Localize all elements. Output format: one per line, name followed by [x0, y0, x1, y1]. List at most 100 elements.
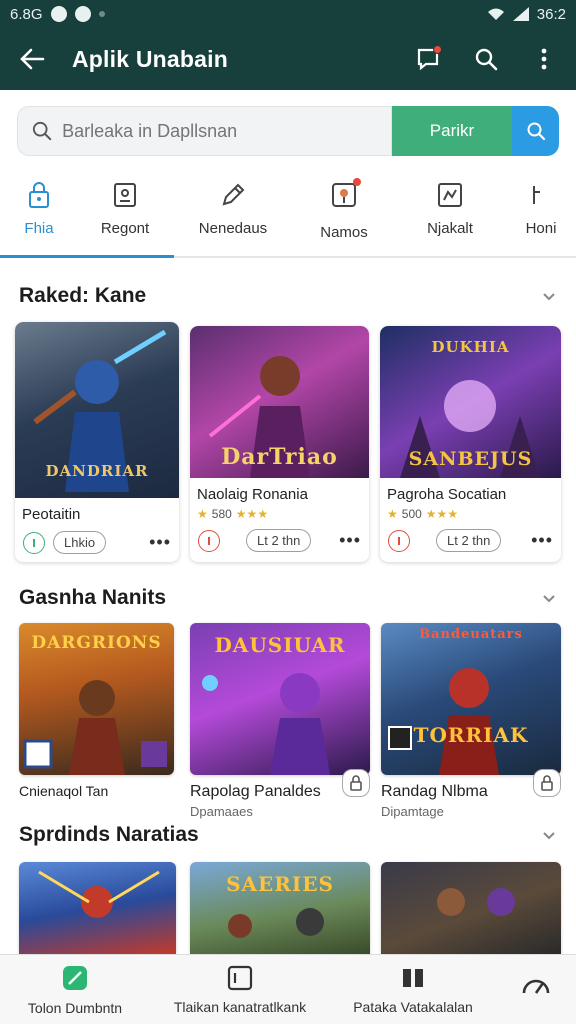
install-button[interactable]: Lt 2 thn: [436, 529, 502, 552]
game-art: Bandeuatars TORRIAK: [381, 623, 561, 775]
search-submit-button[interactable]: Parikr: [392, 106, 512, 156]
game-art: DANDRIAR: [15, 322, 179, 498]
section-title: Sprdinds Naratias: [19, 823, 199, 846]
leaf-icon: [63, 965, 87, 990]
game-logo-top: Bandeuatars: [419, 627, 523, 642]
nav-item-home[interactable]: Tolon Dumbntn: [0, 955, 150, 1024]
game-logo-text: SAERIES: [226, 872, 334, 896]
game-logo-text: SANBEJUS: [408, 448, 533, 470]
game-logo-top: DUKHIA: [431, 338, 510, 356]
game-card[interactable]: DarTriao Naolaig Ronania ★ 580 ★★★ Lt 2 …: [190, 326, 369, 562]
section-title: Gasnha Nanits: [19, 586, 167, 609]
nav-label: Tolon Dumbntn: [27, 999, 123, 1016]
game-card[interactable]: DANDRIAR Peotaitin Lhkio •••: [15, 322, 179, 562]
search-bar: Parikr: [17, 106, 559, 156]
grid-icon: [403, 968, 423, 987]
puzzle-icon: [438, 183, 462, 207]
game-tile[interactable]: [381, 862, 561, 954]
nav-item-library[interactable]: Tlaikan kanatratlkank: [150, 955, 330, 1024]
search-icon[interactable]: [472, 45, 500, 73]
game-name: Pagroha Socatian: [387, 486, 507, 503]
game-art: DARGRIONS: [19, 623, 174, 775]
nav-label: Pataka Vatakalalan: [353, 998, 473, 1015]
search-icon: [527, 122, 545, 141]
game-name: Naolaig Ronania: [197, 486, 308, 503]
search-field: [17, 106, 392, 156]
battery-text: 36:2: [536, 5, 566, 23]
game-tile[interactable]: DARGRIONS Cnienaqol Tan: [19, 623, 174, 803]
game-tile[interactable]: Bandeuatars TORRIAK Randag Nlbma Dipamta…: [381, 623, 561, 819]
warrior-art: [38, 870, 160, 918]
tab-badge: [353, 178, 361, 186]
game-tile[interactable]: [19, 862, 176, 954]
stars-icon: ★★★: [235, 507, 269, 521]
signal-icon: [512, 7, 529, 21]
bottom-navigation: Tolon Dumbntn Tlaikan kanatratlkank Pata…: [0, 954, 576, 1024]
more-options-icon[interactable]: •••: [531, 530, 553, 551]
chevron-down-icon[interactable]: [542, 290, 556, 304]
section-title: Raked: Kane: [19, 284, 147, 307]
install-button[interactable]: Lhkio: [53, 531, 107, 554]
game-logo-text: DarTriao: [221, 444, 338, 470]
game-subtitle: Dipamtage: [381, 804, 444, 819]
tab-label: Regont: [100, 220, 150, 237]
notification-icon: [50, 6, 67, 22]
tab-fhia[interactable]: Fhia: [0, 172, 174, 258]
lock-icon: [29, 182, 49, 208]
info-icon[interactable]: [198, 529, 220, 552]
rating-value: 500: [401, 507, 422, 521]
app-notification-icon: [74, 6, 91, 22]
tab-label: Namos: [320, 224, 368, 241]
more-vert-icon[interactable]: [530, 45, 558, 73]
game-logo-text: DARGRIONS: [31, 633, 162, 653]
more-options-icon[interactable]: •••: [149, 532, 171, 553]
notification-badge: [433, 45, 442, 54]
search-input[interactable]: [62, 120, 377, 142]
info-icon[interactable]: [388, 529, 410, 552]
tab-label: Njakalt: [427, 220, 473, 237]
rating: ★ 580 ★★★: [190, 503, 369, 521]
tab-regont[interactable]: Regont: [78, 172, 172, 256]
star-icon: ★: [197, 507, 208, 521]
category-tabs: Fhia Regont Nenedaus Namos Njakalt Honi: [0, 172, 576, 258]
search-icon: [32, 121, 52, 141]
rating: ★ 500 ★★★: [380, 503, 561, 521]
back-arrow-icon[interactable]: [18, 45, 46, 73]
game-logo-text: DAUSIUAR: [214, 633, 346, 657]
game-name: Peotaitin: [22, 506, 81, 523]
status-bar: 6.8G 36:2: [0, 0, 576, 28]
chevron-down-icon[interactable]: [542, 829, 556, 843]
game-art: DUKHIA SANBEJUS: [380, 326, 561, 478]
nav-item-store[interactable]: Pataka Vatakalalan: [330, 955, 496, 1024]
dot-indicator-icon: [98, 11, 105, 17]
game-tile[interactable]: SAERIES: [190, 862, 370, 954]
messages-icon[interactable]: [414, 45, 442, 73]
game-tile[interactable]: DAUSIUAR Rapolag Panaldes Dpamaaes: [190, 623, 370, 819]
game-art: [381, 862, 561, 954]
tab-honi[interactable]: Honi: [506, 172, 576, 256]
more-options-icon[interactable]: •••: [339, 530, 361, 551]
game-card[interactable]: DUKHIA SANBEJUS Pagroha Socatian ★ 500 ★…: [380, 326, 561, 562]
tab-njakalt[interactable]: Njakalt: [394, 172, 506, 256]
nav-item-speed[interactable]: [496, 955, 576, 1024]
tab-label: Nenedaus: [198, 220, 268, 237]
game-art: SAERIES: [190, 862, 370, 954]
chevron-down-icon[interactable]: [542, 592, 556, 606]
tab-namos[interactable]: Namos: [294, 172, 394, 256]
square-icon: [227, 965, 253, 990]
lock-icon[interactable]: [342, 769, 370, 797]
game-subtitle: Dpamaaes: [190, 804, 253, 819]
nav-label: Tlaikan kanatratlkank: [173, 998, 307, 1015]
pencil-icon: [222, 183, 245, 206]
stars-icon: ★★★: [425, 507, 459, 521]
search-go-button[interactable]: [512, 106, 559, 156]
install-button[interactable]: Lt 2 thn: [246, 529, 312, 552]
info-icon[interactable]: [23, 531, 45, 554]
game-logo-text: DANDRIAR: [45, 462, 149, 480]
lock-icon[interactable]: [533, 769, 561, 797]
device-icon: [114, 183, 136, 207]
status-time: 6.8G: [10, 5, 43, 23]
app-bar: Aplik Unabain: [0, 28, 576, 90]
tab-nenedaus[interactable]: Nenedaus: [172, 172, 294, 256]
speed-icon: [522, 979, 550, 994]
